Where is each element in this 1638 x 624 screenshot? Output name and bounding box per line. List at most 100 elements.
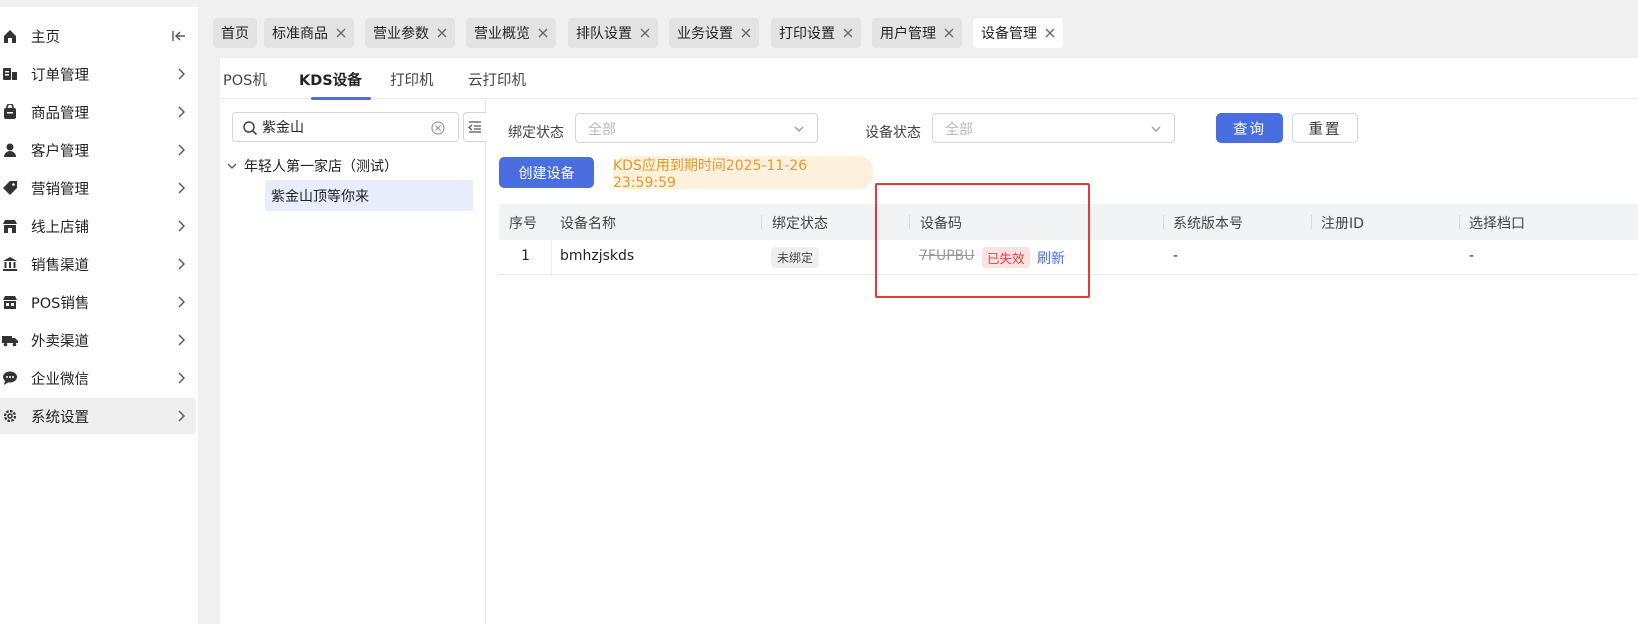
sidebar-item-label: 主页 [31,29,60,46]
column-header: 注册ID [1321,216,1364,232]
column-header: 设备码 [920,216,962,232]
tab-label: 打印设置 [779,26,835,42]
expiry-notice: KDS应用到期时间2025-11-26 23:59:59 [613,156,873,191]
top-band [0,0,1638,7]
tab-queue-settings[interactable]: 排队设置 [568,18,658,48]
chevron-right-icon [178,68,185,80]
column-divider [761,215,762,229]
chevron-right-icon [178,410,185,422]
tab-label: 营业参数 [373,26,429,42]
sidebar-item-label: 线上店铺 [31,219,89,236]
sidebar-item-label: POS销售 [31,295,90,312]
subtab-printer[interactable]: 打印机 [390,69,434,90]
select-placeholder: 全部 [588,122,616,138]
column-divider [1311,215,1312,229]
sidebar-gutter [198,7,220,624]
refresh-code-link[interactable]: 刷新 [1037,248,1065,268]
tree-collapse-toggle[interactable] [463,112,486,142]
store-tree-panel: 年轻人第一家店（测试） 紫金山顶等你来 [220,100,486,624]
sidebar-item-sales-channels[interactable]: 销售渠道 [0,246,196,282]
sidebar-item-label: 销售渠道 [31,257,89,274]
collapse-sidebar-icon[interactable] [171,28,187,44]
tab-label: 排队设置 [576,26,632,42]
sidebar-item-marketing[interactable]: 营销管理 [0,170,196,206]
bind-status-badge: 未绑定 [771,247,820,268]
order-icon [0,66,20,82]
close-icon[interactable] [538,28,548,38]
sidebar-item-home[interactable]: 主页 [0,18,196,54]
store-search-input[interactable] [262,117,422,137]
shop-icon [0,218,20,234]
device-status-select[interactable]: 全部 [932,113,1175,143]
sidebar-item-wecom[interactable]: 企业微信 [0,360,196,396]
subtab-pos[interactable]: POS机 [223,69,267,90]
search-icon [243,121,258,136]
chat-icon [0,370,20,386]
chevron-right-icon [178,220,185,232]
sidebar-item-orders[interactable]: 订单管理 [0,56,196,92]
tab-print-settings[interactable]: 打印设置 [771,18,861,48]
user-icon [0,142,20,158]
tab-business-settings[interactable]: 业务设置 [669,18,759,48]
chevron-right-icon [178,258,185,270]
tab-label: 营业概览 [474,26,530,42]
tab-device-management[interactable]: 设备管理 [973,18,1063,48]
tab-user-management[interactable]: 用户管理 [872,18,962,48]
sidebar-item-products[interactable]: 商品管理 [0,94,196,130]
tab-business-params[interactable]: 营业参数 [365,18,455,48]
tab-label: 业务设置 [677,26,733,42]
column-divider [909,215,910,229]
sidebar: 主页 订单管理 商品管理 客户管理 营销管理 线上店铺 销售渠道 POS销售 外 [0,7,198,624]
sidebar-item-customers[interactable]: 客户管理 [0,132,196,168]
tree-node-leaf[interactable]: 紫金山顶等你来 [265,180,473,211]
code-expired-badge: 已失效 [982,247,1030,268]
tab-standard-products[interactable]: 标准商品 [264,18,354,48]
tab-label: 首页 [221,26,249,42]
create-device-button[interactable]: 创建设备 [499,157,594,188]
close-icon[interactable] [437,28,447,38]
subtab-kds[interactable]: KDS设备 [299,69,362,90]
tag-icon [0,180,20,196]
table-row: 1 bmhzjskds 未绑定 7FUPBU 已失效 刷新 - - [499,240,1638,275]
home-icon [0,28,20,44]
sidebar-item-label: 订单管理 [31,67,89,84]
tabs-bar: 首页 标准商品 营业参数 营业概览 排队设置 业务设置 打印设置 用户管理 设备… [213,7,1638,58]
subtab-cloud-printer[interactable]: 云打印机 [468,69,526,90]
store-icon [0,294,20,310]
chevron-right-icon [178,182,185,194]
sidebar-item-delivery[interactable]: 外卖渠道 [0,322,196,358]
tab-label: 设备管理 [981,26,1037,42]
close-icon[interactable] [1045,28,1055,38]
tab-business-overview[interactable]: 营业概览 [466,18,556,48]
cell-index: 1 [521,248,530,264]
chevron-down-icon [1151,126,1161,132]
reset-button[interactable]: 重置 [1292,113,1358,143]
tab-label: 用户管理 [880,26,936,42]
bind-status-select[interactable]: 全部 [575,113,818,143]
bag-icon [0,104,20,120]
clear-icon[interactable] [431,121,445,135]
cell-device-name: bmhzjskds [560,248,635,264]
sidebar-item-pos-sales[interactable]: POS销售 [0,284,196,320]
column-divider [1163,215,1164,229]
truck-icon [0,332,20,348]
close-icon[interactable] [843,28,853,38]
tree-node-root[interactable]: 年轻人第一家店（测试） [226,155,398,177]
sidebar-item-system-settings[interactable]: 系统设置 [0,398,196,434]
close-icon[interactable] [640,28,650,38]
sidebar-item-label: 客户管理 [31,143,89,160]
store-search [232,112,459,142]
close-icon[interactable] [336,28,346,38]
column-header: 选择档口 [1469,216,1525,232]
query-button[interactable]: 查询 [1216,113,1283,143]
device-code: 7FUPBU [919,248,975,264]
sidebar-item-online-store[interactable]: 线上店铺 [0,208,196,244]
chevron-right-icon [178,334,185,346]
column-divider [1459,215,1460,229]
tab-home[interactable]: 首页 [213,18,257,48]
sidebar-item-label: 企业微信 [31,371,89,388]
sidebar-item-label: 外卖渠道 [31,333,89,350]
close-icon[interactable] [741,28,751,38]
chevron-down-icon [227,163,237,169]
close-icon[interactable] [944,28,954,38]
